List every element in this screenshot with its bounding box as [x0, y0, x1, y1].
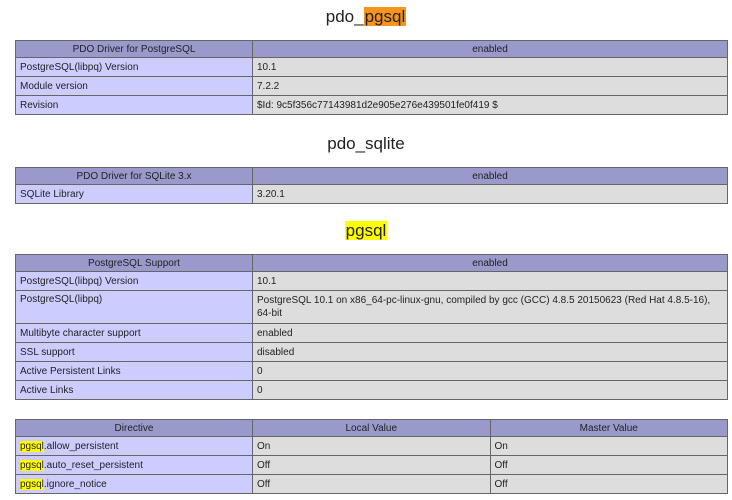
table-header-row: PDO Driver for PostgreSQL enabled	[15, 40, 728, 58]
header-cell: PDO Driver for PostgreSQL	[15, 40, 253, 58]
search-highlight: pgsql	[20, 440, 44, 452]
row-value: $Id: 9c5f356c77143981d2e905e276e439501fe…	[252, 95, 728, 115]
header-cell: Local Value	[252, 419, 491, 437]
row-label: Module version	[15, 76, 253, 96]
search-highlight-current: pgsql	[363, 7, 407, 26]
row-value: 10.1	[252, 271, 728, 291]
search-highlight: pgsql	[20, 459, 44, 471]
table-row: Multibyte character support enabled	[15, 323, 728, 343]
row-label: Active Persistent Links	[15, 361, 253, 381]
header-cell: PostgreSQL Support	[15, 254, 253, 272]
row-label: Active Links	[15, 380, 253, 400]
table-row: PostgreSQL(libpq) PostgreSQL 10.1 on x86…	[15, 290, 728, 324]
table-header-row: Directive Local Value Master Value	[15, 419, 728, 437]
row-value: 3.20.1	[252, 184, 728, 204]
row-label: PostgreSQL(libpq) Version	[15, 271, 253, 291]
search-highlight: pgsql	[344, 221, 388, 240]
table-row: Revision $Id: 9c5f356c77143981d2e905e276…	[15, 95, 728, 115]
table-row: pgsql.allow_persistent On On	[15, 436, 728, 456]
pdo-sqlite-table: PDO Driver for SQLite 3.x enabled SQLite…	[15, 167, 728, 204]
row-label: SQLite Library	[15, 184, 253, 204]
row-value: 10.1	[252, 57, 728, 77]
header-cell: PDO Driver for SQLite 3.x	[15, 167, 253, 185]
table-row: pgsql.ignore_notice Off Off	[15, 474, 728, 494]
table-row: PostgreSQL(libpq) Version 10.1	[15, 271, 728, 291]
search-highlight: pgsql	[20, 478, 44, 490]
local-value: Off	[252, 455, 491, 475]
local-value: Off	[252, 474, 491, 494]
row-label: Multibyte character support	[15, 323, 253, 343]
row-value: enabled	[252, 323, 728, 343]
table-row: SQLite Library 3.20.1	[15, 184, 728, 204]
row-value: 7.2.2	[252, 76, 728, 96]
directive-suffix: .auto_reset_persistent	[43, 459, 143, 471]
row-label: PostgreSQL(libpq)	[15, 290, 253, 324]
header-cell: Master Value	[489, 419, 728, 437]
pdo-pgsql-table: PDO Driver for PostgreSQL enabled Postgr…	[15, 40, 728, 115]
row-value: 0	[252, 361, 728, 381]
header-cell: enabled	[252, 254, 728, 272]
header-cell: enabled	[252, 167, 728, 185]
directive-suffix: .ignore_notice	[43, 478, 107, 490]
row-label: SSL support	[15, 342, 253, 362]
table-row: Module version 7.2.2	[15, 76, 728, 96]
table-header-row: PostgreSQL Support enabled	[15, 254, 728, 272]
table-row: SSL support disabled	[15, 342, 728, 362]
directive-name: pgsql.ignore_notice	[15, 474, 253, 494]
table-header-row: PDO Driver for SQLite 3.x enabled	[15, 167, 728, 185]
header-cell: Directive	[15, 419, 253, 437]
directive-suffix: .allow_persistent	[43, 440, 119, 452]
row-value: 0	[252, 380, 728, 400]
table-row: Active Persistent Links 0	[15, 361, 728, 381]
directive-name: pgsql.allow_persistent	[15, 436, 253, 456]
title-prefix: pdo_	[325, 7, 364, 26]
row-label: Revision	[15, 95, 253, 115]
master-value: On	[489, 436, 728, 456]
section-title-pgsql: pgsql	[0, 221, 732, 241]
directives-table: Directive Local Value Master Value pgsql…	[15, 419, 728, 494]
local-value: On	[252, 436, 491, 456]
pgsql-table: PostgreSQL Support enabled PostgreSQL(li…	[15, 254, 728, 400]
table-row: pgsql.auto_reset_persistent Off Off	[15, 455, 728, 475]
table-row: PostgreSQL(libpq) Version 10.1	[15, 57, 728, 77]
section-title-pdo-sqlite: pdo_sqlite	[327, 134, 405, 153]
table-row: Active Links 0	[15, 380, 728, 400]
row-label: PostgreSQL(libpq) Version	[15, 57, 253, 77]
directive-name: pgsql.auto_reset_persistent	[15, 455, 253, 475]
section-title-pdo-pgsql: pdo_pgsql	[0, 7, 732, 27]
row-value: PostgreSQL 10.1 on x86_64-pc-linux-gnu, …	[252, 290, 728, 324]
row-value: disabled	[252, 342, 728, 362]
master-value: Off	[489, 474, 728, 494]
header-cell: enabled	[252, 40, 728, 58]
master-value: Off	[489, 455, 728, 475]
